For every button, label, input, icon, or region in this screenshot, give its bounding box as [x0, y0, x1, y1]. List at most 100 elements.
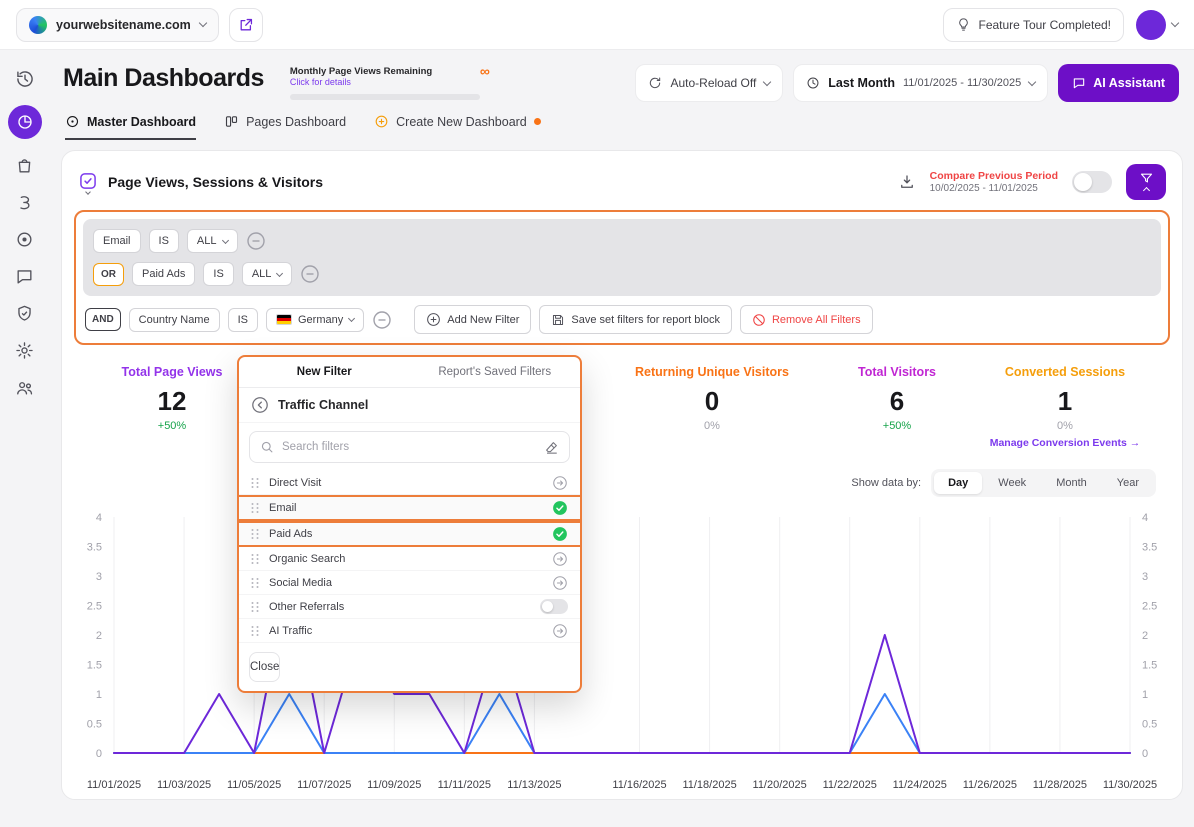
drag-handle-icon[interactable]: [251, 601, 260, 613]
filter-value-chip[interactable]: ALL: [242, 262, 293, 286]
drag-handle-icon[interactable]: [251, 477, 260, 489]
filter-row: OR Paid Ads IS ALL: [93, 262, 1151, 286]
filter-rows: Email IS ALL OR Paid Ads IS ALL: [83, 219, 1161, 296]
arrow-circle-icon[interactable]: [552, 623, 568, 639]
toggle-switch[interactable]: [540, 599, 568, 614]
svg-text:3.5: 3.5: [87, 542, 102, 554]
filter-search-box: [249, 431, 570, 463]
settings-icon[interactable]: [14, 339, 36, 361]
filter-row: AND Country Name IS Germany: [85, 308, 392, 332]
export-icon[interactable]: [898, 173, 916, 191]
conjunction-chip[interactable]: OR: [93, 263, 124, 286]
chevron-down-icon: [1028, 77, 1036, 85]
back-arrow-icon[interactable]: [251, 396, 269, 414]
feedback-icon[interactable]: [14, 265, 36, 287]
filter-option-ai-traffic[interactable]: AI Traffic: [239, 619, 580, 643]
filter-field-chip[interactable]: Email: [93, 229, 141, 253]
granularity-option-month[interactable]: Month: [1042, 472, 1101, 494]
svg-text:11/26/2025: 11/26/2025: [963, 779, 1017, 791]
check-square-icon[interactable]: [78, 171, 98, 194]
drag-handle-icon[interactable]: [251, 528, 260, 540]
ecommerce-icon[interactable]: [14, 154, 36, 176]
auto-reload-label: Auto-Reload Off: [670, 76, 756, 90]
filter-option-organic-search[interactable]: Organic Search: [239, 547, 580, 571]
svg-text:11/11/2025: 11/11/2025: [438, 779, 491, 791]
filter-operator-chip[interactable]: IS: [203, 262, 233, 286]
tab-pages-dashboard[interactable]: Pages Dashboard: [224, 114, 346, 140]
svg-text:0.5: 0.5: [1142, 719, 1157, 731]
filter-option-other-referrals[interactable]: Other Referrals: [239, 595, 580, 619]
granularity-option-week[interactable]: Week: [984, 472, 1040, 494]
chevron-down-icon: [221, 236, 228, 243]
filter-operator-chip[interactable]: IS: [228, 308, 258, 332]
quota-progress-bar: [290, 94, 480, 100]
filter-operator-chip[interactable]: IS: [149, 229, 179, 253]
drag-handle-icon[interactable]: [251, 577, 260, 589]
close-popup-button[interactable]: Close: [249, 652, 280, 682]
drag-handle-icon[interactable]: [251, 625, 260, 637]
tab-master-dashboard[interactable]: Master Dashboard: [65, 114, 196, 140]
remove-filter-button[interactable]: [246, 231, 266, 251]
eraser-icon[interactable]: [544, 440, 559, 455]
arrow-circle-icon[interactable]: [552, 475, 568, 491]
open-site-button[interactable]: [229, 8, 263, 42]
sidebar-item-dashboards[interactable]: [8, 105, 42, 139]
granularity-option-year[interactable]: Year: [1103, 472, 1153, 494]
add-new-filter-button[interactable]: Add New Filter: [414, 305, 531, 334]
team-icon[interactable]: [14, 376, 36, 398]
auto-reload-selector[interactable]: Auto-Reload Off: [635, 64, 783, 102]
quota-details-link[interactable]: Click for details: [290, 77, 432, 87]
svg-text:0: 0: [1142, 748, 1148, 760]
svg-text:1: 1: [96, 689, 102, 701]
remove-all-filters-button[interactable]: Remove All Filters: [740, 305, 873, 334]
granularity-option-day[interactable]: Day: [934, 472, 982, 494]
filter-search-input[interactable]: [282, 441, 536, 453]
save-filters-button[interactable]: Save set filters for report block: [539, 305, 732, 334]
manage-conversion-events-link[interactable]: Manage Conversion Events →: [955, 437, 1175, 449]
granularity-row: Show data by: DayWeekMonthYear: [62, 467, 1182, 499]
arrow-circle-icon[interactable]: [552, 575, 568, 591]
drag-handle-icon[interactable]: [251, 502, 260, 514]
sessions-icon[interactable]: [14, 228, 36, 250]
filter-option-paid-ads[interactable]: Paid Ads: [239, 521, 580, 547]
chevron-down-icon: [348, 315, 355, 322]
filter-panel-button[interactable]: [1126, 164, 1166, 200]
popup-tab-new-filter[interactable]: New Filter: [239, 357, 410, 387]
arrow-circle-icon[interactable]: [552, 551, 568, 567]
toggle-switch[interactable]: [540, 599, 568, 614]
popup-tab-report-s-saved-filters[interactable]: Report's Saved Filters: [410, 357, 581, 387]
remove-filter-button[interactable]: [372, 310, 392, 330]
ai-assistant-button[interactable]: AI Assistant: [1058, 64, 1179, 102]
user-menu[interactable]: [1136, 10, 1178, 40]
filter-option-direct-visit[interactable]: Direct Visit: [239, 471, 580, 495]
svg-text:4: 4: [96, 512, 102, 524]
check-circle-icon[interactable]: [552, 500, 568, 516]
feature-tour-badge[interactable]: Feature Tour Completed!: [943, 8, 1124, 42]
filter-field-chip[interactable]: Country Name: [129, 308, 220, 332]
compare-label: Compare Previous Period: [930, 170, 1058, 182]
check-circle-icon[interactable]: [552, 526, 568, 542]
filter-value-chip[interactable]: Germany: [266, 308, 364, 332]
chevron-down-icon: [1171, 19, 1179, 27]
conjunction-chip[interactable]: AND: [85, 308, 121, 331]
filter-value-chip[interactable]: ALL: [187, 229, 238, 253]
compare-toggle[interactable]: [1072, 171, 1112, 193]
date-range-selector[interactable]: Last Month 11/01/2025 - 11/30/2025: [793, 64, 1048, 102]
drag-handle-icon[interactable]: [251, 553, 260, 565]
svg-text:1: 1: [1142, 689, 1148, 701]
plus-circle-icon: [426, 312, 441, 327]
security-icon[interactable]: [14, 302, 36, 324]
compare-range: 10/02/2025 - 11/01/2025: [930, 183, 1058, 194]
filter-field-chip[interactable]: Paid Ads: [132, 262, 195, 286]
tab-create-new-dashboard[interactable]: Create New Dashboard: [374, 114, 541, 140]
funnels-icon[interactable]: [14, 191, 36, 213]
logo-icon: [29, 16, 47, 34]
svg-text:0: 0: [96, 748, 102, 760]
filter-option-social-media[interactable]: Social Media: [239, 571, 580, 595]
site-selector[interactable]: yourwebsitename.com: [16, 8, 219, 42]
remove-filter-button[interactable]: [300, 264, 320, 284]
filter-option-email[interactable]: Email: [239, 495, 580, 521]
columns-icon: [224, 114, 239, 129]
history-icon[interactable]: [14, 68, 36, 90]
svg-text:11/07/2025: 11/07/2025: [297, 779, 351, 791]
